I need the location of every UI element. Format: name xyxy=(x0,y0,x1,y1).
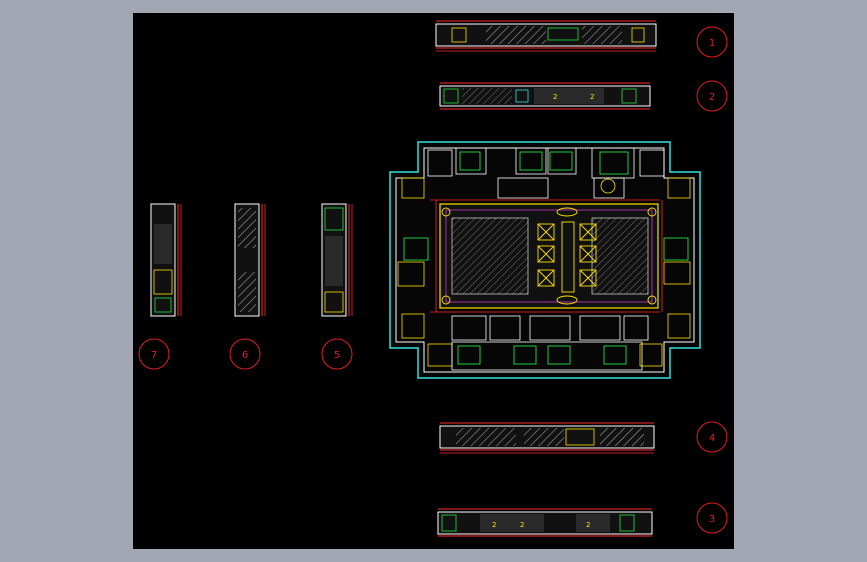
marker-label-6: 6 xyxy=(242,350,248,361)
svg-text:2: 2 xyxy=(520,521,524,529)
elevation-1[interactable] xyxy=(435,20,657,52)
elevation-5[interactable] xyxy=(321,203,353,317)
elevation-3[interactable]: 2 2 2 xyxy=(437,508,653,537)
marker-label-5: 5 xyxy=(334,350,340,361)
marker-label-7: 7 xyxy=(151,350,157,361)
floor-plan[interactable] xyxy=(389,141,701,379)
cad-drawing: 2 2 2 2 2 1 2 3 4 5 6 7 xyxy=(138,20,728,537)
marker-label-1: 1 xyxy=(709,38,715,49)
svg-text:2: 2 xyxy=(553,93,557,101)
marker-label-2: 2 xyxy=(709,92,715,103)
svg-text:2: 2 xyxy=(590,93,594,101)
elevation-2[interactable]: 2 2 xyxy=(439,82,651,110)
svg-text:2: 2 xyxy=(492,521,496,529)
svg-text:2: 2 xyxy=(586,521,590,529)
marker-label-4: 4 xyxy=(709,433,715,444)
elevation-4[interactable] xyxy=(439,422,655,454)
elevation-6[interactable] xyxy=(234,203,266,317)
elevation-7[interactable] xyxy=(150,203,182,317)
marker-label-3: 3 xyxy=(709,514,715,525)
